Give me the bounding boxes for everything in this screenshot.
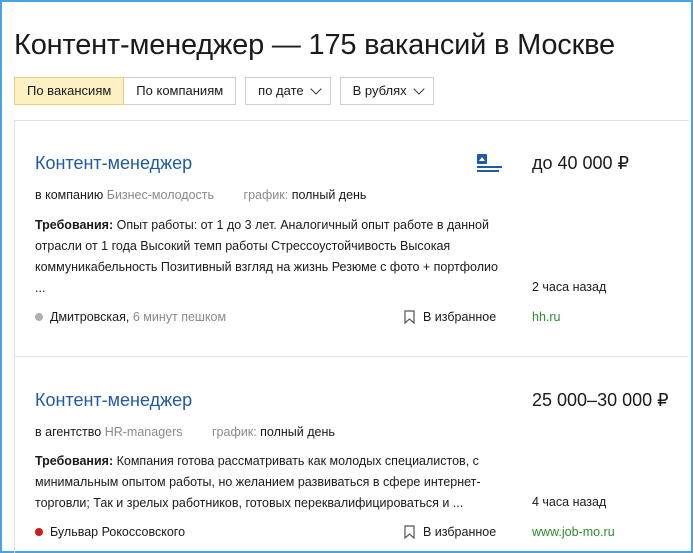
requirements-text: Требования: Компания готова рассматриват…	[35, 451, 505, 514]
salary: до 40 000 ₽	[532, 153, 630, 173]
metro-line-dot	[35, 313, 43, 321]
bookmark-icon	[404, 310, 415, 324]
requirements-label: Требования:	[35, 454, 114, 468]
source-link[interactable]: hh.ru	[532, 310, 561, 324]
employer-prefix: в компанию	[35, 188, 104, 202]
chevron-down-icon	[309, 83, 322, 95]
tab-by-companies[interactable]: По компаниям	[124, 77, 237, 105]
schedule-value: полный день	[260, 425, 335, 439]
metro-station: Бульвар Рокоссовского	[35, 525, 185, 539]
schedule-label: график:	[212, 425, 257, 439]
favorites-label: В избранное	[423, 310, 497, 324]
metro-name: Дмитровская	[50, 310, 126, 324]
result-divider	[14, 356, 689, 357]
chevron-down-icon	[412, 83, 425, 95]
metro-name: Бульвар Рокоссовского	[50, 525, 186, 539]
vacancy-title-link[interactable]: Контент-менеджер	[35, 390, 192, 411]
currency-dropdown-label: В рублях	[352, 83, 407, 98]
currency-dropdown[interactable]: В рублях	[339, 77, 434, 105]
sort-dropdown-label: по дате	[258, 83, 304, 98]
bookmark-icon	[404, 525, 415, 539]
vacancy-title-link[interactable]: Контент-менеджер	[35, 153, 192, 174]
salary: 25 000–30 000 ₽	[532, 390, 669, 410]
employer-link[interactable]: Бизнес-молодость	[107, 188, 214, 202]
sort-dropdown[interactable]: по дате	[245, 77, 331, 105]
schedule-label: график:	[243, 188, 289, 202]
view-toggle: По вакансиям По компаниям	[14, 77, 237, 105]
add-to-favorites-button[interactable]: В избранное	[404, 310, 496, 324]
employer-prefix: в агентство	[35, 425, 102, 439]
vacancy-meta: в компанию Бизнес-молодость график: полн…	[35, 188, 366, 202]
employer-link[interactable]: HR-managers	[105, 425, 183, 439]
business-youth-logo-icon	[477, 154, 502, 172]
schedule-value: полный день	[291, 188, 367, 202]
tab-by-vacancies[interactable]: По вакансиям	[14, 77, 125, 105]
add-to-favorites-button[interactable]: В избранное	[404, 525, 496, 539]
vacancy-meta: в агентство HR-managers график: полный д…	[35, 425, 335, 439]
favorites-label: В избранное	[423, 525, 497, 539]
walk-time: 6 минут пешком	[132, 310, 227, 324]
page-title: Контент-менеджер — 175 вакансий в Москве	[14, 29, 615, 62]
requirements-text: Требования: Опыт работы: от 1 до 3 лет. …	[35, 215, 505, 299]
posted-time: 2 часа назад	[532, 280, 607, 294]
posted-time: 4 часа назад	[532, 495, 607, 509]
metro-line-dot	[35, 528, 43, 536]
requirements-label: Требования:	[35, 218, 114, 232]
metro-station: Дмитровская, 6 минут пешком	[35, 310, 226, 324]
source-link[interactable]: www.job-mo.ru	[532, 525, 615, 539]
filter-bar: По вакансиям По компаниям по дате В рубл…	[14, 77, 434, 105]
